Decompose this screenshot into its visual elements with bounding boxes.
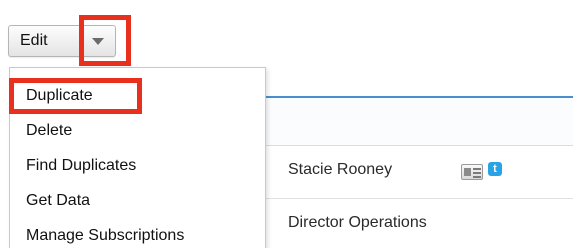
record-row-divider <box>265 198 573 199</box>
record-header-rule <box>265 96 573 98</box>
menu-item-get-data[interactable]: Get Data <box>26 192 90 210</box>
record-row-divider <box>265 145 573 146</box>
highlight-box-duplicate <box>9 78 142 114</box>
menu-item-delete[interactable]: Delete <box>26 122 72 140</box>
record-header-band <box>265 95 573 145</box>
record-name: Stacie Rooney <box>288 161 393 178</box>
edit-button[interactable]: Edit <box>9 26 81 56</box>
vcard-icon[interactable] <box>461 164 483 180</box>
menu-item-manage-subscriptions[interactable]: Manage Subscriptions <box>26 227 184 245</box>
twitter-icon[interactable]: t <box>488 162 502 176</box>
highlight-box-dropdown <box>79 15 131 66</box>
record-title: Director Operations <box>288 214 427 231</box>
menu-item-find-duplicates[interactable]: Find Duplicates <box>26 157 136 175</box>
